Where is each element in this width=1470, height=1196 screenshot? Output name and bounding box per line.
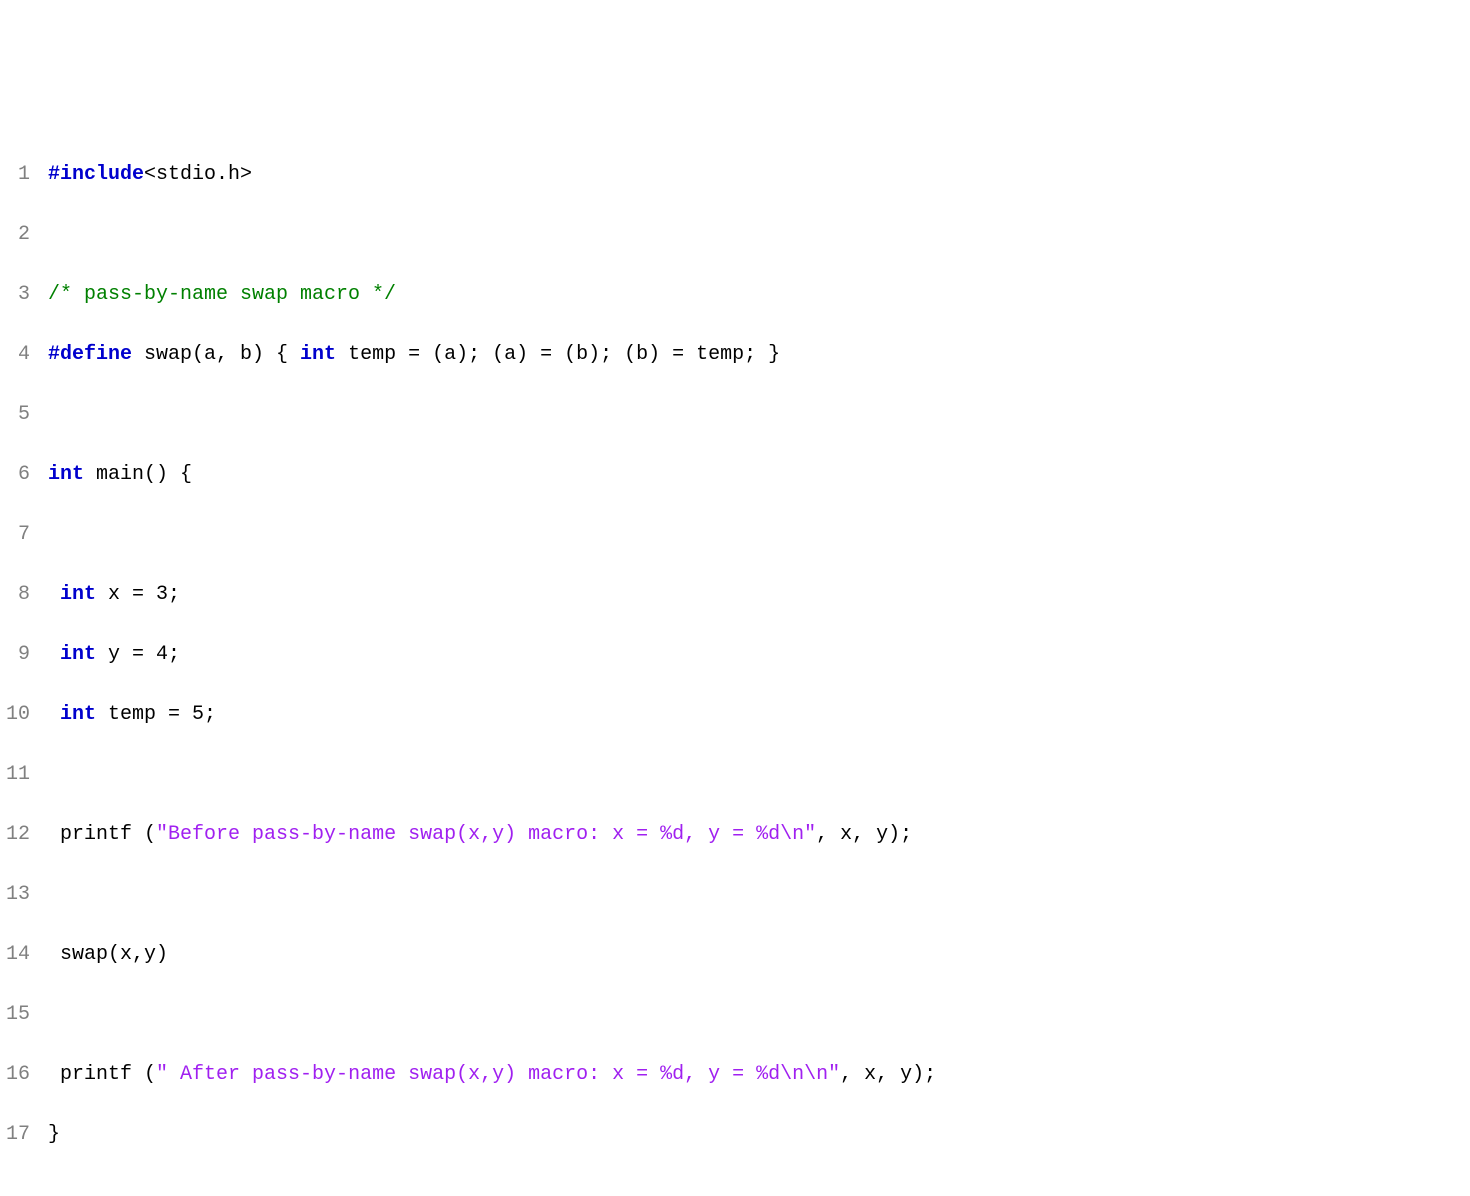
code-line: int main() { bbox=[48, 460, 1470, 490]
code-line: /* pass-by-name swap macro */ bbox=[48, 280, 1470, 310]
indent bbox=[48, 643, 60, 666]
line-number-gutter: 1 2 3 4 5 6 7 8 9 10 11 12 13 14 15 16 1… bbox=[0, 130, 48, 1196]
code-text: swap(x,y) bbox=[48, 943, 168, 966]
line-number: 10 bbox=[0, 700, 30, 730]
indent bbox=[48, 703, 60, 726]
code-text: main() { bbox=[84, 463, 192, 486]
code-text: y = 4; bbox=[96, 643, 180, 666]
preproc-define-keyword: #define bbox=[48, 343, 132, 366]
code-line bbox=[48, 1000, 1470, 1030]
line-number: 16 bbox=[0, 1060, 30, 1090]
code-line bbox=[48, 220, 1470, 250]
string-literal: " After pass-by-name swap(x,y) macro: x … bbox=[156, 1063, 840, 1086]
code-text: printf ( bbox=[48, 823, 156, 846]
line-number: 9 bbox=[0, 640, 30, 670]
code-line: int x = 3; bbox=[48, 580, 1470, 610]
code-line: printf (" After pass-by-name swap(x,y) m… bbox=[48, 1060, 1470, 1090]
line-number: 4 bbox=[0, 340, 30, 370]
code-line bbox=[48, 880, 1470, 910]
code-line bbox=[48, 520, 1470, 550]
code-text: , x, y); bbox=[840, 1063, 936, 1086]
code-body: #include<stdio.h> /* pass-by-name swap m… bbox=[48, 130, 1470, 1196]
code-line: int y = 4; bbox=[48, 640, 1470, 670]
indent bbox=[48, 583, 60, 606]
line-number: 15 bbox=[0, 1000, 30, 1030]
type-keyword: int bbox=[60, 583, 96, 606]
preproc-include-arg: <stdio.h> bbox=[144, 163, 252, 186]
code-text: x = 3; bbox=[96, 583, 180, 606]
line-number: 3 bbox=[0, 280, 30, 310]
string-literal: "Before pass-by-name swap(x,y) macro: x … bbox=[156, 823, 816, 846]
code-text: temp = 5; bbox=[96, 703, 216, 726]
line-number: 11 bbox=[0, 760, 30, 790]
code-line: #define swap(a, b) { int temp = (a); (a)… bbox=[48, 340, 1470, 370]
code-text: } bbox=[48, 1123, 60, 1146]
code-line: swap(x,y) bbox=[48, 940, 1470, 970]
code-line bbox=[48, 760, 1470, 790]
line-number: 8 bbox=[0, 580, 30, 610]
line-number: 6 bbox=[0, 460, 30, 490]
line-number: 7 bbox=[0, 520, 30, 550]
line-number: 17 bbox=[0, 1120, 30, 1150]
code-line: #include<stdio.h> bbox=[48, 160, 1470, 190]
line-number: 1 bbox=[0, 160, 30, 190]
line-number: 2 bbox=[0, 220, 30, 250]
line-number: 5 bbox=[0, 400, 30, 430]
code-text: temp = (a); (a) = (b); (b) = temp; } bbox=[336, 343, 780, 366]
type-keyword: int bbox=[300, 343, 336, 366]
type-keyword: int bbox=[48, 463, 84, 486]
type-keyword: int bbox=[60, 643, 96, 666]
line-number: 14 bbox=[0, 940, 30, 970]
type-keyword: int bbox=[60, 703, 96, 726]
comment: /* pass-by-name swap macro */ bbox=[48, 283, 396, 306]
preproc-include-keyword: #include bbox=[48, 163, 144, 186]
code-line bbox=[48, 400, 1470, 430]
code-line: } bbox=[48, 1120, 1470, 1150]
code-listing: 1 2 3 4 5 6 7 8 9 10 11 12 13 14 15 16 1… bbox=[0, 130, 1470, 1196]
code-line: int temp = 5; bbox=[48, 700, 1470, 730]
line-number: 12 bbox=[0, 820, 30, 850]
code-text: swap(a, b) { bbox=[132, 343, 300, 366]
code-text: , x, y); bbox=[816, 823, 912, 846]
code-text: printf ( bbox=[48, 1063, 156, 1086]
code-line: printf ("Before pass-by-name swap(x,y) m… bbox=[48, 820, 1470, 850]
line-number: 13 bbox=[0, 880, 30, 910]
